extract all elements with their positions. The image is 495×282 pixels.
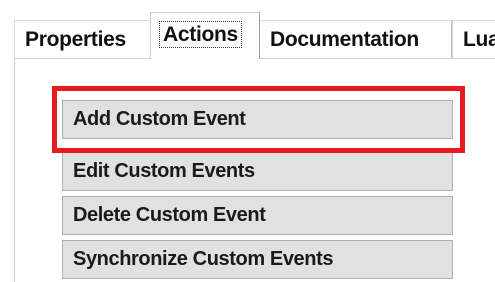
delete-custom-event-button[interactable]: Delete Custom Event: [62, 196, 453, 235]
actions-panel-window: Properties Actions Documentation Lua Add…: [0, 0, 495, 282]
tab-lua-label: Lua: [463, 28, 495, 51]
tab-documentation-label: Documentation: [270, 28, 419, 51]
edit-custom-events-label: Edit Custom Events: [73, 160, 255, 182]
synchronize-custom-events-label: Synchronize Custom Events: [73, 248, 334, 270]
tab-properties[interactable]: Properties: [14, 20, 153, 58]
tab-properties-label: Properties: [25, 28, 126, 51]
tab-actions[interactable]: Actions: [150, 12, 260, 59]
tab-actions-label: Actions: [159, 21, 242, 48]
delete-custom-event-label: Delete Custom Event: [73, 204, 266, 226]
add-custom-event-label: Add Custom Event: [73, 108, 246, 130]
tab-strip: Properties Actions Documentation Lua: [0, 0, 495, 60]
tab-lua[interactable]: Lua: [452, 20, 495, 58]
tab-documentation[interactable]: Documentation: [259, 20, 452, 58]
add-custom-event-button[interactable]: Add Custom Event: [62, 100, 453, 139]
edit-custom-events-button[interactable]: Edit Custom Events: [62, 152, 453, 191]
synchronize-custom-events-button[interactable]: Synchronize Custom Events: [62, 240, 453, 279]
